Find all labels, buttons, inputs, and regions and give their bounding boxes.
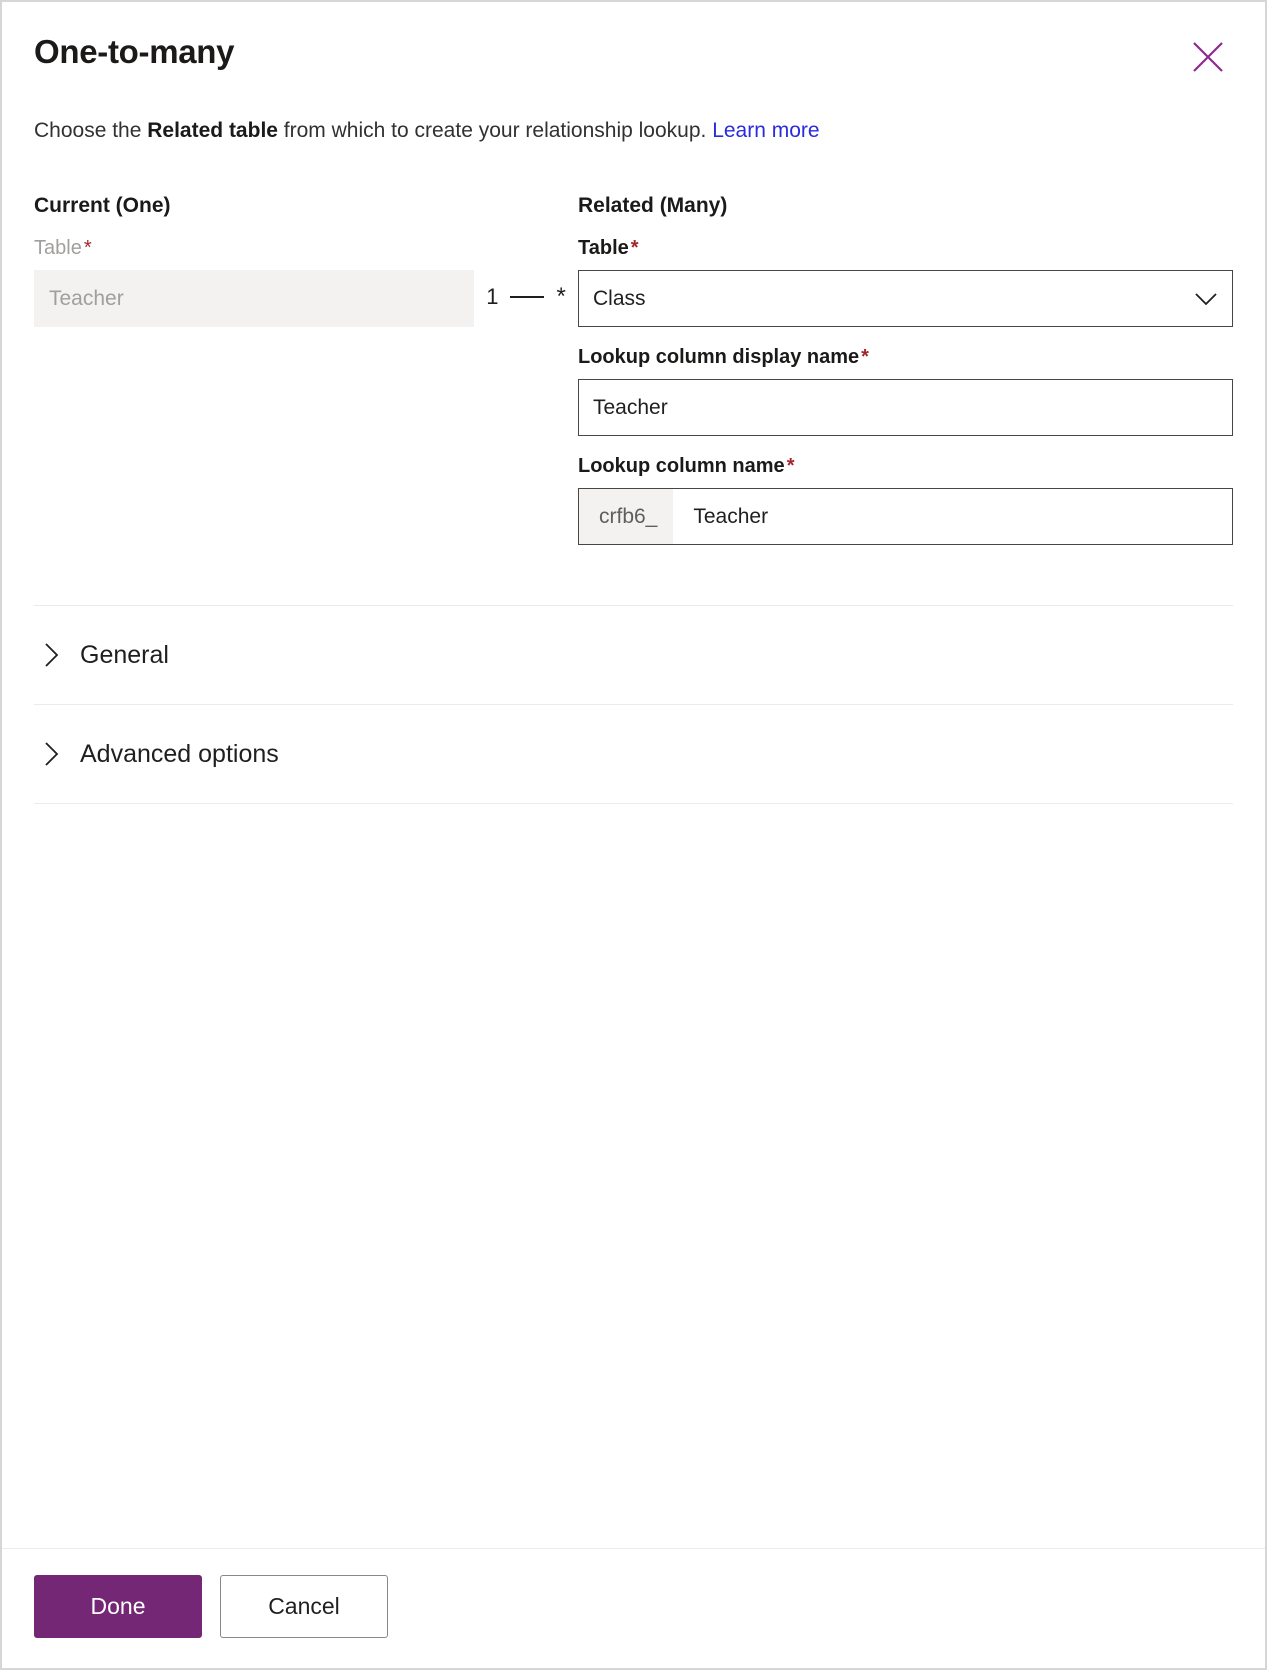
current-one-column: Current (One) Table * Teacher (34, 193, 474, 345)
current-table-input: Teacher (34, 270, 474, 328)
lookup-display-name-label-text: Lookup column display name (578, 346, 860, 369)
cardinality-connector: 1 * (474, 193, 578, 309)
connector-right-cardinality: * (556, 282, 566, 310)
section-general-label: General (80, 641, 169, 670)
required-asterisk: * (630, 237, 639, 260)
lookup-name-prefix: crfb6_ (579, 489, 674, 545)
related-many-column: Related (Many) Table * Class Lookup colum… (578, 193, 1233, 563)
related-table-label: Table * (578, 236, 1233, 260)
section-advanced-options-label: Advanced options (80, 740, 279, 769)
required-asterisk: * (861, 346, 869, 369)
lookup-name-field: Lookup column name * crfb6_ Teacher (578, 454, 1233, 546)
related-table-field: Table * Class (578, 236, 1233, 328)
current-table-label-text: Table (34, 237, 82, 260)
section-advanced-options[interactable]: Advanced options (34, 705, 1233, 803)
collapsible-sections: General Advanced options (34, 605, 1233, 805)
close-icon (1191, 40, 1225, 74)
description-suffix: from which to create your relationship l… (277, 118, 713, 142)
lookup-name-label-text: Lookup column name (578, 455, 785, 478)
section-divider (34, 803, 1233, 805)
lookup-display-name-input[interactable]: Teacher (578, 379, 1233, 437)
chevron-right-icon (44, 741, 60, 767)
lookup-name-input[interactable]: crfb6_ Teacher (578, 488, 1233, 546)
related-many-heading: Related (Many) (578, 193, 728, 217)
current-one-heading: Current (One) (34, 193, 171, 217)
current-table-label: Table * (34, 236, 474, 260)
dialog-header: One-to-many Choose the Related table fro… (2, 2, 1265, 145)
dialog-footer: Done Cancel (2, 1548, 1265, 1668)
done-button[interactable]: Done (34, 1575, 202, 1638)
one-to-many-dialog: One-to-many Choose the Related table fro… (0, 0, 1267, 1670)
relationship-columns: Current (One) Table * Teacher 1 * Relate… (34, 193, 1233, 563)
section-general[interactable]: General (34, 606, 1233, 704)
cancel-button[interactable]: Cancel (220, 1575, 388, 1638)
related-table-dropdown[interactable]: Class (578, 270, 1233, 328)
lookup-name-value: Teacher (693, 506, 769, 528)
lookup-name-label: Lookup column name * (578, 454, 1233, 478)
required-asterisk: * (83, 237, 92, 260)
learn-more-link[interactable]: Learn more (712, 119, 819, 142)
description-bold: Related table (147, 118, 278, 142)
lookup-display-name-label: Lookup column display name * (578, 345, 1233, 369)
page-title: One-to-many (34, 33, 235, 70)
chevron-down-icon (1184, 292, 1218, 306)
current-table-field: Table * Teacher (34, 236, 474, 328)
connector-left-cardinality: 1 (486, 283, 499, 309)
related-table-label-text: Table (578, 237, 629, 260)
description-prefix: Choose the (34, 118, 148, 142)
chevron-right-icon (44, 642, 60, 668)
dialog-body: Current (One) Table * Teacher 1 * Relate… (2, 145, 1265, 1176)
required-asterisk: * (786, 455, 795, 478)
current-table-value: Teacher (49, 288, 124, 310)
dialog-description: Choose the Related table from which to c… (34, 117, 1233, 145)
lookup-display-name-field: Lookup column display name * Teacher (578, 345, 1233, 437)
connector-line-icon (510, 295, 545, 298)
related-table-value: Class (593, 288, 646, 310)
close-button[interactable] (1185, 34, 1231, 80)
lookup-display-name-value: Teacher (593, 397, 668, 419)
